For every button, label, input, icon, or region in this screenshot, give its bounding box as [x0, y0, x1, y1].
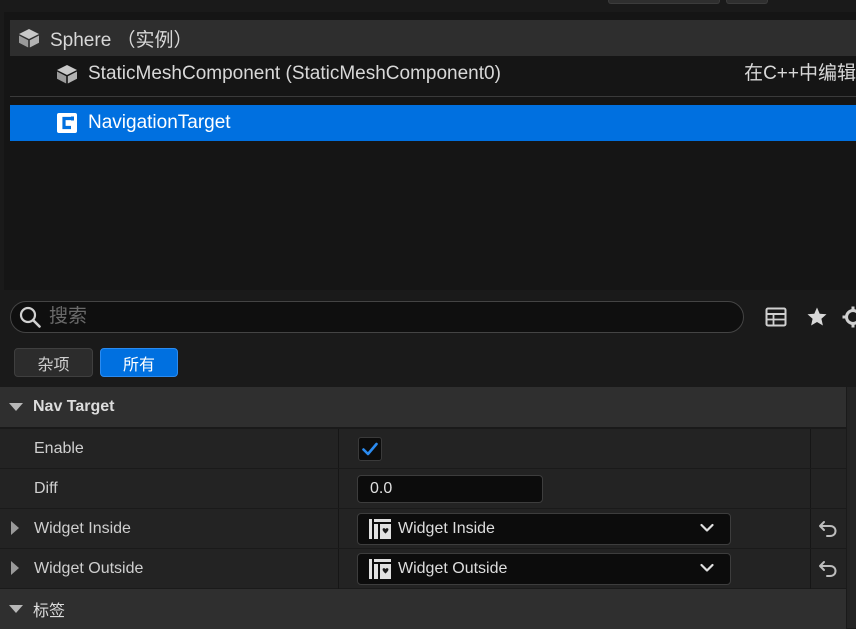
filter-tab-all[interactable]: 所有 [100, 348, 178, 377]
star-icon[interactable] [804, 304, 830, 330]
tree-item-navigation-target[interactable]: NavigationTarget [10, 105, 856, 141]
tree-item-label: NavigationTarget [88, 112, 231, 134]
cube-icon [16, 26, 42, 50]
collapse-arrow-icon [9, 605, 23, 613]
blueprint-class-icon [54, 111, 80, 135]
toolbar-button[interactable] [726, 0, 768, 4]
category-tags[interactable]: 标签 [0, 589, 846, 629]
property-row-enable: Enable [0, 428, 846, 468]
category-title: 标签 [33, 597, 65, 621]
widget-inside-dropdown[interactable]: Widget Inside [357, 513, 731, 545]
toolbar-button[interactable] [608, 0, 720, 4]
tree-item-static-mesh[interactable]: StaticMeshComponent (StaticMeshComponent… [10, 56, 856, 92]
column-divider [338, 469, 339, 509]
enable-checkbox[interactable] [358, 437, 382, 461]
dropdown-value: Widget Outside [398, 560, 507, 578]
component-tree: Sphere （实例） StaticMeshComponent (StaticM… [4, 12, 856, 290]
category-title: Nav Target [33, 398, 115, 416]
category-nav-target[interactable]: Nav Target [0, 387, 846, 427]
tree-item-label: Sphere （实例） [50, 25, 193, 52]
column-divider [810, 429, 811, 469]
chevron-down-icon [700, 523, 714, 533]
property-label: Enable [34, 429, 84, 468]
column-divider [338, 509, 339, 549]
reset-to-default-icon[interactable] [818, 518, 838, 538]
details-scrollbar[interactable] [847, 387, 856, 628]
widget-blueprint-icon [368, 558, 392, 580]
collapse-arrow-icon [9, 403, 23, 411]
property-label: Widget Inside [34, 509, 131, 548]
diff-value-field[interactable] [357, 475, 543, 503]
details-panel: Nav Target Enable Diff Widget Inside [0, 387, 846, 628]
property-row-widget-outside: Widget Outside Widget Outside [0, 548, 846, 588]
property-label: Widget Outside [34, 549, 143, 588]
dropdown-value: Widget Inside [398, 520, 495, 538]
filter-tab-misc[interactable]: 杂项 [14, 348, 93, 377]
tree-item-root[interactable]: Sphere （实例） [10, 20, 856, 56]
chevron-down-icon [700, 563, 714, 573]
column-divider [810, 549, 811, 589]
property-row-diff: Diff [0, 468, 846, 508]
tree-item-label: StaticMeshComponent (StaticMeshComponent… [88, 63, 501, 85]
expand-arrow-icon[interactable] [11, 521, 19, 535]
details-search-box[interactable] [10, 301, 744, 333]
column-divider [338, 549, 339, 589]
static-mesh-icon [54, 62, 80, 86]
reset-to-default-icon[interactable] [818, 558, 838, 578]
widget-outside-dropdown[interactable]: Widget Outside [357, 553, 731, 585]
column-divider [810, 509, 811, 549]
search-icon [19, 306, 41, 328]
property-row-widget-inside: Widget Inside Widget Inside [0, 508, 846, 548]
edit-in-cpp-link[interactable]: 在C++中编辑 [744, 56, 856, 92]
table-view-icon[interactable] [763, 304, 789, 330]
search-input[interactable] [49, 306, 649, 328]
property-label: Diff [34, 469, 58, 508]
checkmark-icon [362, 442, 378, 456]
column-divider [810, 469, 811, 509]
column-divider [338, 429, 339, 469]
widget-blueprint-icon [368, 518, 392, 540]
settings-gear-icon[interactable] [840, 304, 856, 330]
divider [10, 96, 856, 97]
expand-arrow-icon[interactable] [11, 561, 19, 575]
